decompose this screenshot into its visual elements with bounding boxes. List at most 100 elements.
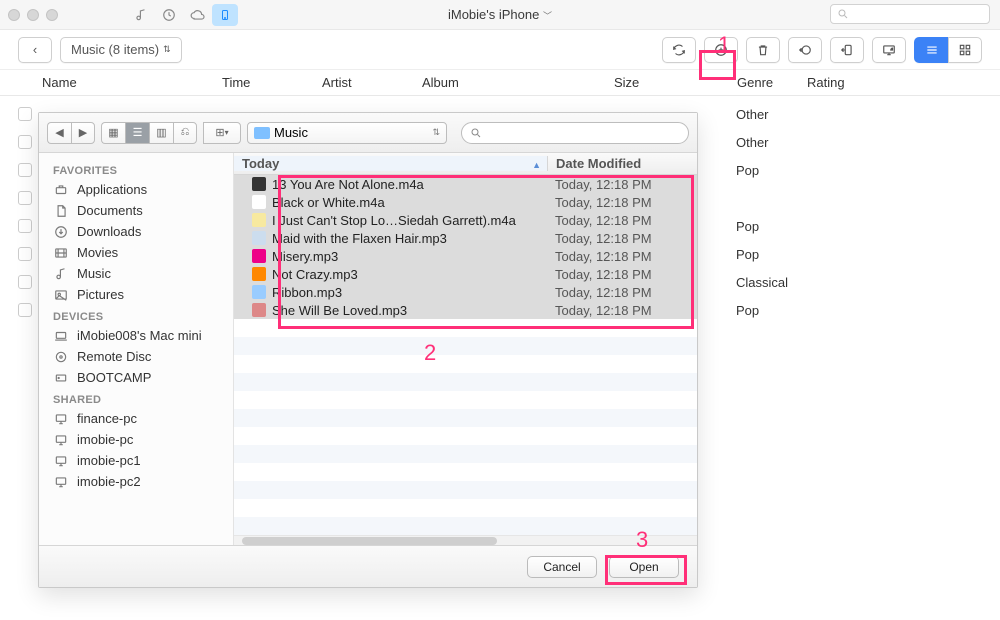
row-genre: Pop: [736, 163, 759, 178]
sidebar-item-label: Movies: [77, 245, 118, 260]
to-device-button[interactable]: [830, 37, 864, 63]
sidebar-item[interactable]: Music: [39, 263, 233, 284]
nav-back-button[interactable]: ◀: [47, 122, 71, 144]
file-row[interactable]: 13 You Are Not Alone.m4aToday, 12:18 PM: [234, 175, 697, 193]
file-icon: [252, 195, 266, 209]
history-icon[interactable]: [156, 4, 182, 26]
file-date: Today, 12:18 PM: [547, 267, 697, 282]
pc-icon: [53, 412, 69, 426]
arrange-segment: ⊞ ▾: [203, 122, 241, 144]
col-rating[interactable]: Rating: [807, 75, 982, 90]
row-checkbox[interactable]: [18, 135, 32, 149]
sidebar-item[interactable]: imobie-pc: [39, 429, 233, 450]
col-genre[interactable]: Genre: [737, 75, 807, 90]
open-file-dialog: ◀ ▶ ▦ ☰ ▥ ⎌ ⊞ ▾ Music ⇅ FAVORITESApplica…: [38, 112, 698, 588]
nav-forward-button[interactable]: ▶: [71, 122, 95, 144]
folder-dropdown[interactable]: Music ⇅: [247, 122, 447, 144]
file-name: Maid with the Flaxen Hair.mp3: [272, 231, 547, 246]
updown-icon: ⇅: [432, 127, 440, 138]
search-input[interactable]: [830, 4, 990, 24]
dialog-col-date[interactable]: Date Modified: [547, 156, 697, 171]
col-name[interactable]: Name: [42, 75, 222, 90]
close-window-icon[interactable]: [8, 9, 20, 21]
sidebar-item-label: Pictures: [77, 287, 124, 302]
view-list-button[interactable]: ☰: [125, 122, 149, 144]
file-name: 13 You Are Not Alone.m4a: [272, 177, 547, 192]
view-columns-button[interactable]: ▥: [149, 122, 173, 144]
row-checkbox[interactable]: [18, 275, 32, 289]
row-checkbox[interactable]: [18, 163, 32, 177]
file-icon: [252, 177, 266, 191]
file-row[interactable]: I Just Can't Stop Lo…Siedah Garrett).m4a…: [234, 211, 697, 229]
sidebar-item[interactable]: Downloads: [39, 221, 233, 242]
file-row[interactable]: Ribbon.mp3Today, 12:18 PM: [234, 283, 697, 301]
view-coverflow-button[interactable]: ⎌: [173, 122, 197, 144]
file-list[interactable]: 13 You Are Not Alone.m4aToday, 12:18 PMB…: [234, 175, 697, 535]
pc-icon: [53, 454, 69, 468]
file-icon: [252, 303, 266, 317]
back-button[interactable]: ‹: [18, 37, 52, 63]
file-date: Today, 12:18 PM: [547, 249, 697, 264]
file-row[interactable]: Misery.mp3Today, 12:18 PM: [234, 247, 697, 265]
to-computer-button[interactable]: [872, 37, 906, 63]
pc-icon: [53, 475, 69, 489]
sidebar-item[interactable]: Documents: [39, 200, 233, 221]
sidebar-item[interactable]: finance-pc: [39, 408, 233, 429]
view-icons-button[interactable]: ▦: [101, 122, 125, 144]
dialog-toolbar: ◀ ▶ ▦ ☰ ▥ ⎌ ⊞ ▾ Music ⇅: [39, 113, 697, 153]
sidebar-item[interactable]: Movies: [39, 242, 233, 263]
device-icon[interactable]: [212, 4, 238, 26]
sidebar-item[interactable]: imobie-pc1: [39, 450, 233, 471]
col-size[interactable]: Size: [614, 75, 737, 90]
row-checkbox[interactable]: [18, 107, 32, 121]
sidebar-item[interactable]: BOOTCAMP: [39, 367, 233, 388]
file-row[interactable]: Black or White.m4aToday, 12:18 PM: [234, 193, 697, 211]
file-row[interactable]: She Will Be Loved.mp3Today, 12:18 PM: [234, 301, 697, 319]
file-row[interactable]: Not Crazy.mp3Today, 12:18 PM: [234, 265, 697, 283]
grid-view-button[interactable]: [948, 37, 982, 63]
row-checkbox[interactable]: [18, 191, 32, 205]
file-date: Today, 12:18 PM: [547, 213, 697, 228]
sidebar-item-label: Remote Disc: [77, 349, 151, 364]
sidebar-item[interactable]: iMobie008's Mac mini: [39, 325, 233, 346]
row-checkbox[interactable]: [18, 219, 32, 233]
dialog-search-input[interactable]: [461, 122, 689, 144]
file-row[interactable]: Maid with the Flaxen Hair.mp3Today, 12:1…: [234, 229, 697, 247]
col-album[interactable]: Album: [422, 75, 614, 90]
list-view-button[interactable]: [914, 37, 948, 63]
cloud-icon[interactable]: [184, 4, 210, 26]
sidebar-item[interactable]: Pictures: [39, 284, 233, 305]
annotation-3: 3: [636, 527, 648, 553]
sidebar-item-label: imobie-pc2: [77, 474, 141, 489]
col-time[interactable]: Time: [222, 75, 322, 90]
row-genre: Classical: [736, 275, 788, 290]
breadcrumb-dropdown[interactable]: Music (8 items)⇅: [60, 37, 182, 63]
cancel-button[interactable]: Cancel: [527, 556, 597, 578]
file-date: Today, 12:18 PM: [547, 231, 697, 246]
minimize-window-icon[interactable]: [27, 9, 39, 21]
file-icon: [252, 267, 266, 281]
to-itunes-button[interactable]: [788, 37, 822, 63]
col-artist[interactable]: Artist: [322, 75, 422, 90]
app-icon: [53, 183, 69, 197]
open-button[interactable]: Open: [609, 556, 679, 578]
zoom-window-icon[interactable]: [46, 9, 58, 21]
file-date: Today, 12:18 PM: [547, 285, 697, 300]
sidebar-item[interactable]: Remote Disc: [39, 346, 233, 367]
row-genre: Other: [736, 135, 769, 150]
window-titlebar: iMobie's iPhone ﹀: [0, 0, 1000, 30]
sidebar-item[interactable]: Applications: [39, 179, 233, 200]
horizontal-scrollbar[interactable]: [234, 535, 697, 545]
music-library-icon[interactable]: [128, 4, 154, 26]
file-name: Misery.mp3: [272, 249, 547, 264]
sidebar-item[interactable]: imobie-pc2: [39, 471, 233, 492]
dialog-col-name[interactable]: Today▲: [234, 156, 547, 171]
row-checkbox[interactable]: [18, 247, 32, 261]
delete-button[interactable]: [746, 37, 780, 63]
row-genre: Pop: [736, 303, 759, 318]
refresh-button[interactable]: [662, 37, 696, 63]
row-checkbox[interactable]: [18, 303, 32, 317]
arrange-button[interactable]: ⊞ ▾: [203, 122, 241, 144]
dialog-footer: Cancel Open: [39, 545, 697, 587]
breadcrumb-label: Music (8 items): [71, 42, 159, 57]
